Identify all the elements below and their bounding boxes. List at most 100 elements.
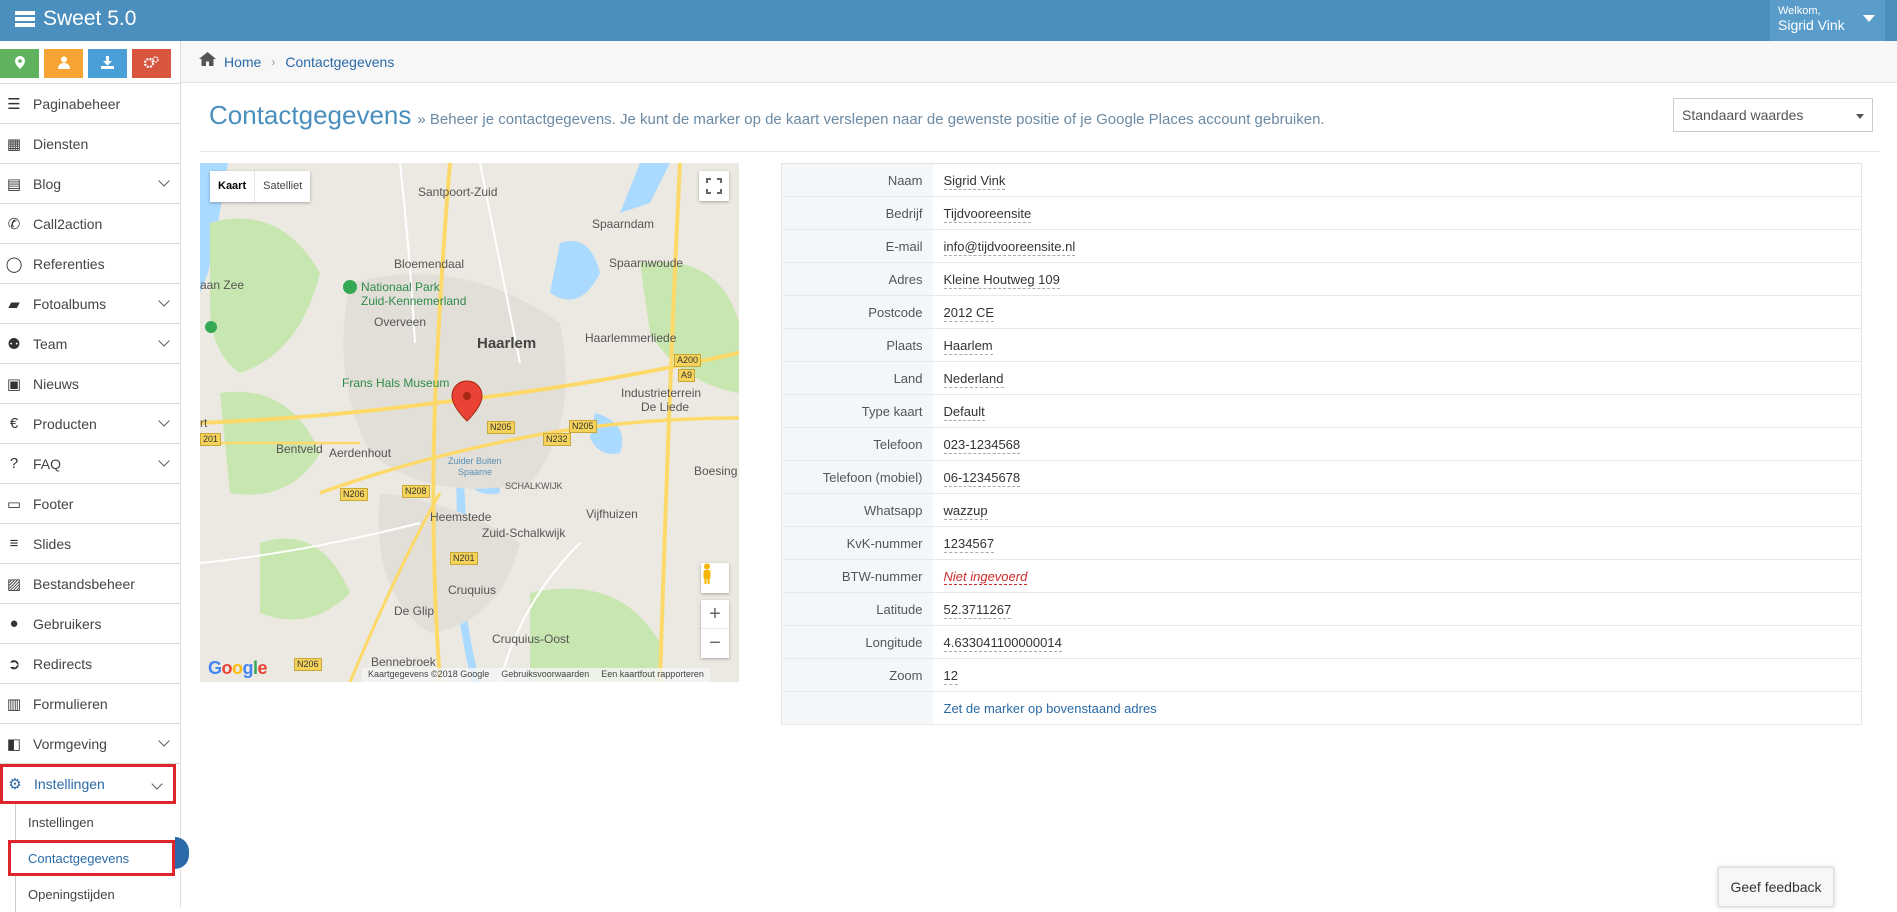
user-menu[interactable]: Welkom, Sigrid Vink [1770,0,1885,41]
cogs-icon [143,55,159,72]
field-label: Plaats [781,328,933,362]
sidebar-item-call2action[interactable]: ✆ Call2action [0,204,180,244]
sidebar-item-instellingen[interactable]: ⚙ Instellingen [0,764,176,804]
sidebar-item-faq[interactable]: ? FAQ [0,444,180,484]
zoom-in-button[interactable]: + [701,600,729,629]
table-row: Longitude 4.633041100000014 [781,625,1862,659]
sidebar-item-paginabeheer[interactable]: ☰ Paginabeheer [0,84,180,124]
sidebar-item-diensten[interactable]: ▦ Diensten [0,124,180,164]
sidebar-toggle[interactable] [175,837,189,869]
brand[interactable]: Sweet 5.0 [15,7,136,31]
whatsapp-value[interactable]: wazzup [943,502,988,520]
sidebar-item-nieuws[interactable]: ▣ Nieuws [0,364,180,404]
quick-settings-button[interactable] [132,49,171,78]
cubes-icon: ▦ [6,135,22,153]
map-label: Bloemendaal [394,257,465,271]
type-kaart-value[interactable]: Default [943,403,985,421]
layout-icon: ◧ [6,735,22,753]
sidebar-item-bestandsbeheer[interactable]: ▨ Bestandsbeheer [0,564,180,604]
map-footer: Kaartgegevens ©2018 Google Gebruiksvoorw… [362,668,710,682]
chevron-down-icon [158,455,170,467]
quick-download-button[interactable] [88,49,127,78]
chevron-right-icon: › [271,54,276,69]
sidebar-subitem-instellingen[interactable]: Instellingen [0,804,180,840]
naam-value[interactable]: Sigrid Vink [943,172,1006,190]
sidebar-item-formulieren[interactable]: ▥ Formulieren [0,684,180,724]
feedback-button[interactable]: Geef feedback [1718,867,1834,907]
latitude-value[interactable]: 52.3711267 [943,601,1012,619]
map-label: Zuid-Kennemerland [361,294,467,308]
bars-icon: ☰ [7,95,21,113]
set-marker-link[interactable]: Zet de marker op bovenstaand adres [944,701,1157,716]
map-label: Nationaal Park [361,280,440,294]
map-type-satellite-button[interactable]: Satelliet [254,171,310,202]
gear-icon: ⚙ [8,776,22,793]
map-terms-link[interactable]: Gebruiksvoorwaarden [501,669,589,681]
zoom-value[interactable]: 12 [943,667,958,685]
pegman-button[interactable] [701,563,729,593]
map-label: Spaarndam [592,217,655,231]
field-label: Naam [781,163,933,197]
plaats-value[interactable]: Haarlem [943,337,993,355]
map-marker-icon [14,55,25,72]
field-label: E-mail [781,229,933,263]
land-value[interactable]: Nederland [943,370,1004,388]
telefoon-value[interactable]: 023-1234568 [943,436,1021,454]
btw-value[interactable]: Niet ingevoerd [943,568,1028,585]
download-icon [101,55,114,72]
quick-user-button[interactable] [44,49,83,78]
map-label: Zuid-Schalkwijk [482,526,566,540]
road-badge: N205 [569,420,597,433]
sidebar-item-slides[interactable]: ≡ Slides [0,524,180,564]
breadcrumb-current[interactable]: Contactgegevens [285,54,394,70]
defaults-select-value: Standaard waardes [1682,107,1804,123]
sidebar-item-referenties[interactable]: ◯ Referenties [0,244,180,284]
map[interactable]: Santpoort-Zuid Spaarndam Bloemendaal Spa… [200,163,739,682]
defaults-select[interactable]: Standaard waardes [1673,98,1873,132]
sidebar-item-team[interactable]: ⚉ Team [0,324,180,364]
sidebar-item-producten[interactable]: € Producten [0,404,180,444]
map-label: aan Zee [200,278,245,292]
sidebar-item-redirects[interactable]: ➲ Redirects [0,644,180,684]
fullscreen-button[interactable] [699,171,729,201]
bedrijf-value[interactable]: Tijdvooreensite [943,205,1032,223]
email-value[interactable]: info@tijdvooreensite.nl [943,238,1076,256]
sidebar-item-label: Call2action [33,215,103,232]
telefoon-mobiel-value[interactable]: 06-12345678 [943,469,1021,487]
quick-location-button[interactable] [0,49,39,78]
road-badge: N208 [402,485,430,498]
sidebar-subitem-contactgegevens[interactable]: Contactgegevens [8,840,175,876]
app-title: Sweet 5.0 [43,7,137,30]
sidebar-item-vormgeving[interactable]: ◧ Vormgeving [0,724,180,764]
sidebar-item-fotoalbums[interactable]: ▰ Fotoalbums [0,284,180,324]
sidebar-item-blog[interactable]: ▤ Blog [0,164,180,204]
sidebar-item-label: Referenties [33,255,105,272]
file-icon: ▤ [6,175,22,193]
quick-actions [0,41,180,84]
question-circle-icon: ? [9,455,19,472]
sidebar-item-label: Instellingen [34,776,105,792]
map-label: Heemstede [430,510,492,524]
field-label: BTW-nummer [781,559,933,593]
contact-table: Naam Sigrid Vink Bedrijf Tijdvooreensite E… [781,163,1862,725]
road-badge: A200 [674,354,702,367]
postcode-value[interactable]: 2012 CE [943,304,995,322]
users-icon: ⚉ [7,335,21,353]
table-row: Zoom 12 [781,658,1862,692]
map-label: Santpoort-Zuid [418,185,498,199]
map-type-kaart-button[interactable]: Kaart [210,171,254,202]
adres-value[interactable]: Kleine Houtweg 109 [943,271,1060,289]
kvk-value[interactable]: 1234567 [943,535,995,553]
road-badge: N205 [487,421,515,434]
table-row: Bedrijf Tijdvooreensite [781,196,1862,230]
table-row: Latitude 52.3711267 [781,592,1862,626]
map-report-link[interactable]: Een kaartfout rapporteren [601,669,704,681]
field-label: Zoom [781,658,933,692]
caret-down-icon [1856,114,1864,119]
zoom-out-button[interactable]: − [701,629,729,658]
sidebar-item-footer[interactable]: ▭ Footer [0,484,180,524]
longitude-value[interactable]: 4.633041100000014 [943,634,1062,652]
breadcrumb-home[interactable]: Home [224,54,261,70]
sidebar-item-gebruikers[interactable]: ● Gebruikers [0,604,180,644]
sliders-icon: ≡ [9,535,19,552]
